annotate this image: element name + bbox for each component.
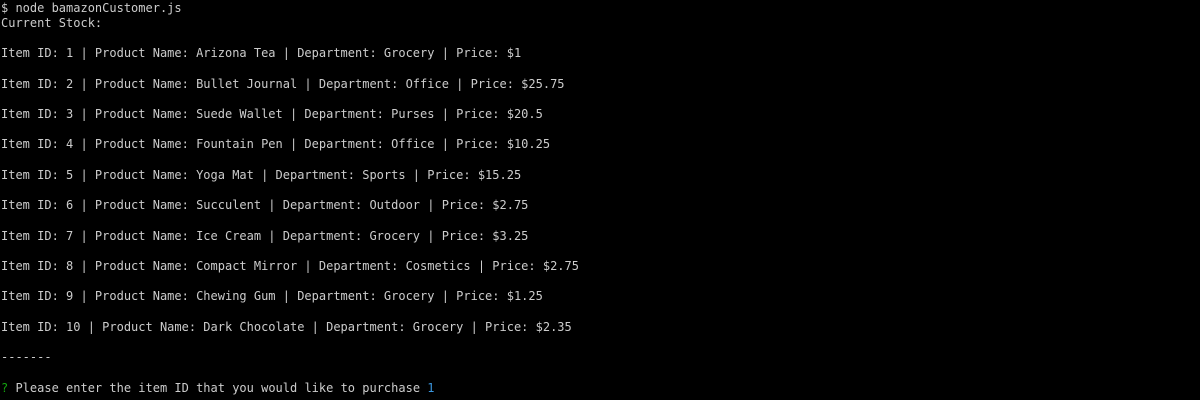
terminal-window[interactable]: $ node bamazonCustomer.js Current Stock:… bbox=[0, 0, 1200, 400]
stock-item-3: Item ID: 3 | Product Name: Suede Wallet … bbox=[1, 107, 543, 121]
stock-item-7: Item ID: 7 | Product Name: Ice Cream | D… bbox=[1, 229, 529, 243]
stock-item-9: Item ID: 9 | Product Name: Chewing Gum |… bbox=[1, 289, 543, 303]
stock-heading: Current Stock: bbox=[1, 16, 103, 30]
purchase-prompt[interactable]: ? Please enter the item ID that you woul… bbox=[1, 381, 435, 397]
prompt-answer[interactable]: 1 bbox=[427, 381, 434, 395]
stock-item-4: Item ID: 4 | Product Name: Fountain Pen … bbox=[1, 137, 551, 151]
stock-item-10: Item ID: 10 | Product Name: Dark Chocola… bbox=[1, 320, 572, 334]
stock-item-6: Item ID: 6 | Product Name: Succulent | D… bbox=[1, 198, 529, 212]
prompt-question: Please enter the item ID that you would … bbox=[8, 381, 428, 395]
stock-item-1: Item ID: 1 | Product Name: Arizona Tea |… bbox=[1, 46, 522, 60]
stock-item-5: Item ID: 5 | Product Name: Yoga Mat | De… bbox=[1, 168, 522, 182]
stock-item-8: Item ID: 8 | Product Name: Compact Mirro… bbox=[1, 259, 579, 273]
stock-item-2: Item ID: 2 | Product Name: Bullet Journa… bbox=[1, 77, 565, 91]
command-line: $ node bamazonCustomer.js bbox=[1, 1, 182, 15]
separator-line: ------- bbox=[1, 350, 52, 364]
